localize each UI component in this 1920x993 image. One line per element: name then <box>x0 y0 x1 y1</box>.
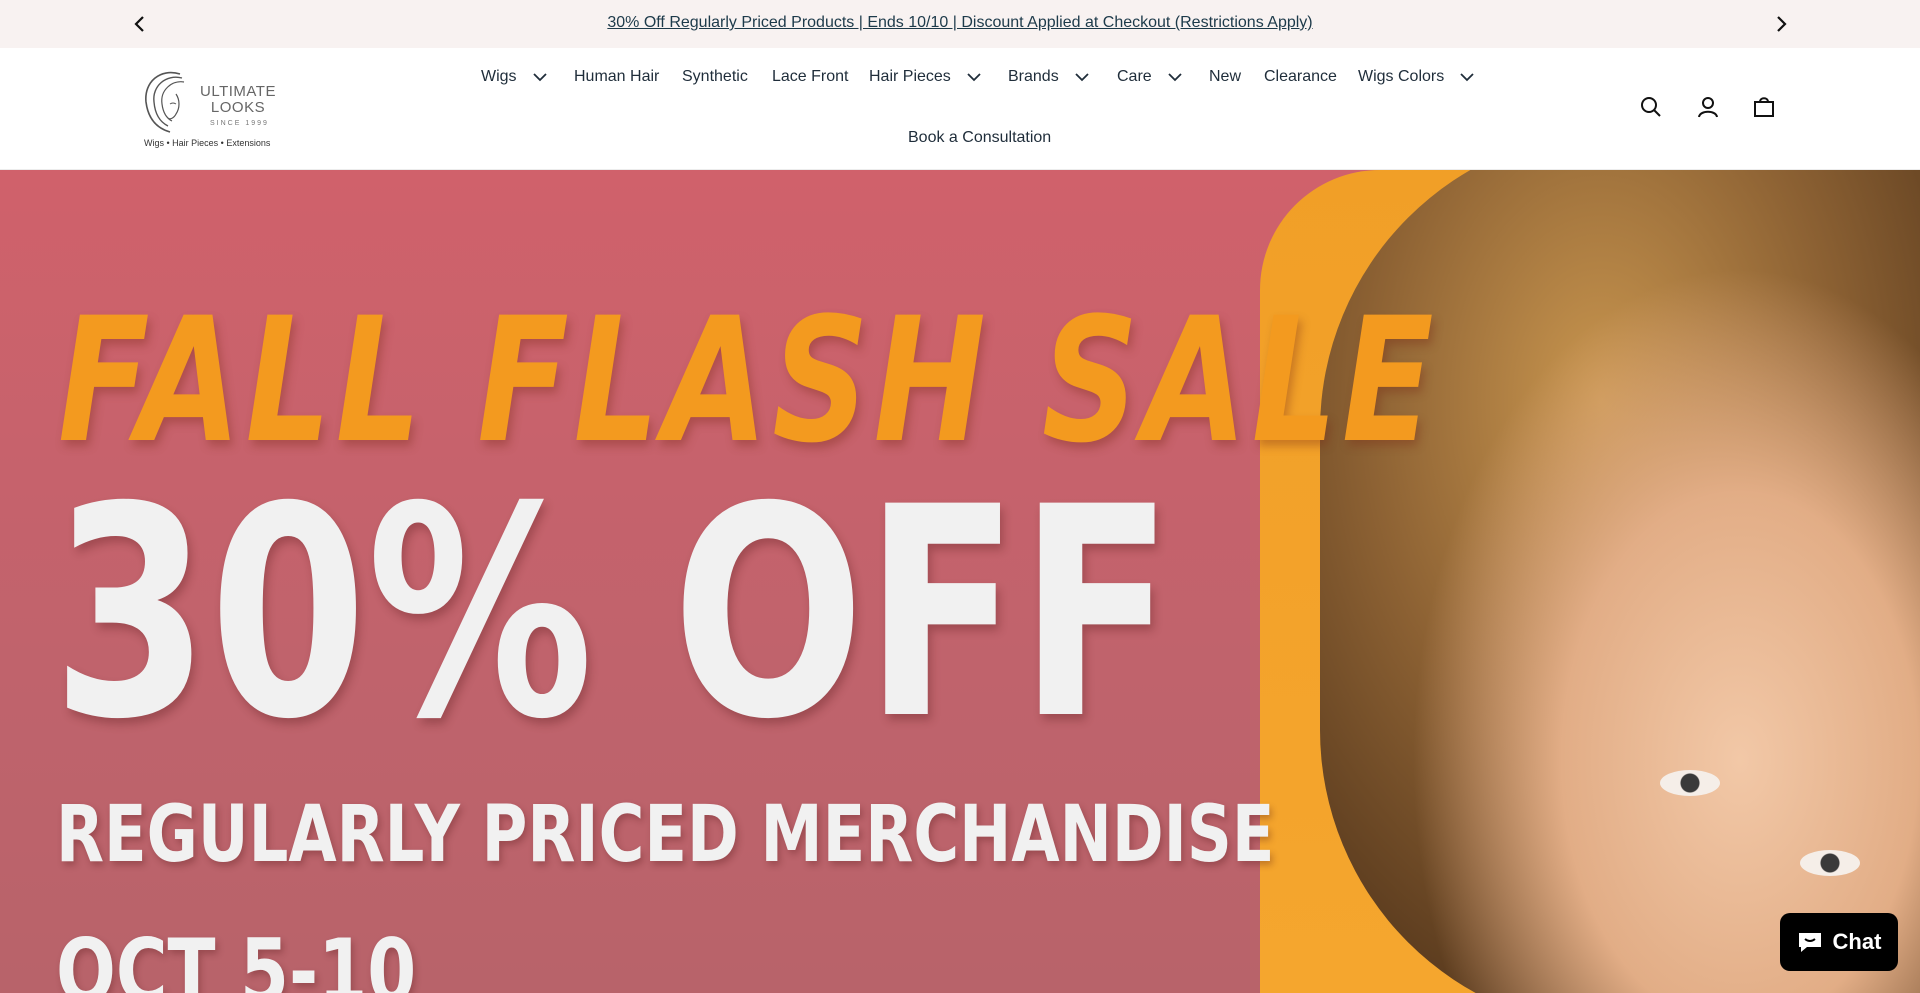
chevron-right-icon[interactable] <box>1769 12 1793 36</box>
account-icon[interactable] <box>1695 94 1721 120</box>
site-header: ULTIMATE LOOKS SINCE 1999 Wigs • Hair Pi… <box>0 48 1920 170</box>
nav-item-hair-pieces[interactable]: Hair Pieces <box>869 68 983 86</box>
logo-line2: LOOKS <box>210 99 266 116</box>
logo-since: SINCE 1999 <box>210 120 269 127</box>
chat-bubble-icon <box>1798 933 1821 952</box>
chevron-down-icon <box>1075 73 1089 82</box>
nav-item-wigs-colors[interactable]: Wigs Colors <box>1358 68 1476 86</box>
hero-subline: REGULARLY PRICED MERCHANDISE <box>56 790 1275 880</box>
announcement-bar: 30% Off Regularly Priced Products | Ends… <box>0 0 1920 48</box>
chevron-down-icon <box>532 73 547 82</box>
nav-item-care[interactable]: Care <box>1117 68 1184 86</box>
announcement-link[interactable]: 30% Off Regularly Priced Products | Ends… <box>0 14 1920 32</box>
chat-label: Chat <box>1832 929 1882 954</box>
logo[interactable]: ULTIMATE LOOKS SINCE 1999 Wigs • Hair Pi… <box>140 66 290 154</box>
nav-item-new[interactable]: New <box>1209 68 1241 86</box>
nav-item-lace-front[interactable]: Lace Front <box>772 68 848 86</box>
nav-item-wigs[interactable]: Wigs <box>481 68 549 86</box>
nav-item-clearance[interactable]: Clearance <box>1264 68 1337 86</box>
nav-item-synthetic[interactable]: Synthetic <box>682 68 748 86</box>
chevron-down-icon <box>967 73 981 82</box>
cart-icon[interactable] <box>1751 94 1777 120</box>
nav-item-human-hair[interactable]: Human Hair <box>574 68 659 86</box>
nav-item-book-consultation[interactable]: Book a Consultation <box>908 129 1051 147</box>
model-eye <box>1800 850 1860 876</box>
chevron-down-icon <box>1460 73 1474 82</box>
hero-dates: OCT 5-10 <box>56 920 417 993</box>
logo-line1: ULTIMATE <box>200 83 276 100</box>
search-icon[interactable] <box>1638 94 1664 120</box>
logo-tagline: Wigs • Hair Pieces • Extensions <box>144 138 271 148</box>
logo-face-icon <box>145 71 185 133</box>
chevron-down-icon <box>1168 73 1182 82</box>
hero-banner[interactable]: FALL FLASH SALE 30% OFF REGULARLY PRICED… <box>0 170 1920 993</box>
nav-item-brands[interactable]: Brands <box>1008 68 1091 86</box>
chat-button[interactable]: Chat <box>1780 913 1898 971</box>
model-eye <box>1660 770 1720 796</box>
hero-headline: 30% OFF <box>52 446 1174 783</box>
